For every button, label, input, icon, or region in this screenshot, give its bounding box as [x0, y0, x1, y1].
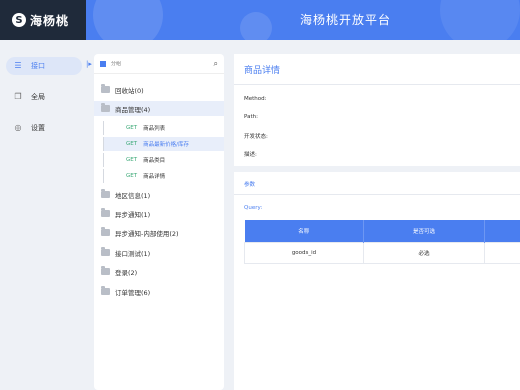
column-header: 名称 [244, 220, 364, 242]
table-row: goods_id 必选 [244, 241, 520, 264]
brand-name: 海杨桃 [30, 13, 70, 28]
decor-bubble [93, 0, 163, 40]
folder-icon [101, 247, 110, 256]
folder-icon [101, 208, 110, 217]
decor-bubble [240, 12, 272, 40]
column-header [484, 220, 520, 242]
tree-folder-async[interactable]: 异步通知(1) [94, 206, 224, 221]
tree-api-goods-category[interactable]: GET 商品类目 [103, 153, 224, 167]
nav-item-api[interactable]: ☰ 接口 [6, 57, 82, 75]
sliders-icon: ☰ [14, 61, 22, 70]
category-search: ⌕ [94, 54, 224, 74]
column-header: 是否可选 [363, 220, 485, 242]
method-badge: GET [126, 157, 138, 163]
tree-api-goods-list[interactable]: GET 商品列表 [103, 121, 224, 135]
folder-icon [101, 286, 110, 295]
folder-icon [101, 227, 110, 236]
params-card: 参数 Query: 名称 是否可选 goods_id 必选 [234, 172, 520, 390]
tree-folder-label: 登录(2) [115, 268, 138, 277]
brand-logo-icon: S [12, 13, 26, 27]
top-header: S 海杨桃 海杨桃开放平台 [0, 0, 520, 40]
tree-folder-label: 订单管理(6) [115, 288, 151, 297]
method-badge: GET [126, 125, 138, 131]
tree-api-label: 商品类目 [143, 158, 166, 164]
folder-icon [101, 189, 110, 198]
platform-title: 海杨桃开放平台 [300, 13, 392, 27]
search-icon[interactable]: ⌕ [214, 59, 218, 69]
params-table: 名称 是否可选 goods_id 必选 [244, 220, 520, 264]
brand-logo[interactable]: S 海杨桃 [0, 0, 86, 40]
table-cell: goods_id [244, 241, 364, 264]
tree-folder-orders[interactable]: 订单管理(6) [94, 284, 224, 299]
nav-item-label: 全局 [31, 93, 45, 101]
left-nav: ☰ 接口 ❐ 全局 ◎ 设置 [0, 40, 86, 390]
method-badge: GET [126, 173, 138, 179]
tree-folder-label: 异步通知(1) [115, 210, 151, 219]
field-method: Method: [244, 96, 267, 102]
tree-api-label: 商品详情 [143, 174, 166, 180]
tree-folder-label: 回收站(0) [115, 86, 144, 95]
gear-icon: ◎ [14, 123, 22, 132]
tree-api-goods-detail[interactable]: GET 商品详情 [103, 169, 224, 183]
divider [234, 194, 520, 195]
tree-folder-label: 商品管理(4) [115, 105, 151, 114]
tree-folder-recycle[interactable]: 回收站(0) [94, 82, 224, 97]
api-info-card: 商品详情 Method: Path: 开发状态: 描述: [234, 54, 520, 166]
divider [234, 84, 520, 85]
tree-api-goods-price[interactable]: GET 商品最新价格/库存 [103, 137, 224, 151]
table-header-row: 名称 是否可选 [244, 220, 520, 242]
tree-folder-login[interactable]: 登录(2) [94, 264, 224, 279]
tree-folder-label: 接口测试(1) [115, 249, 151, 258]
tree-folder-label: 异步通知-内部使用(2) [115, 229, 179, 238]
group-icon [100, 60, 106, 67]
nav-item-global[interactable]: ❐ 全局 [6, 88, 82, 106]
params-title: 参数 [244, 182, 256, 188]
collapse-toggle-icon[interactable]: |▸ [86, 57, 94, 71]
tree-folder-async-internal[interactable]: 异步通知-内部使用(2) [94, 225, 224, 240]
api-detail-title: 商品详情 [244, 66, 281, 76]
nav-item-label: 设置 [31, 124, 45, 132]
tree-folder-region[interactable]: 地区信息(1) [94, 187, 224, 202]
field-path: Path: [244, 114, 258, 120]
table-cell [484, 241, 520, 264]
folder-icon [101, 84, 110, 93]
tree-folder-goods[interactable]: 商品管理(4) [94, 101, 224, 116]
query-label: Query: [244, 205, 263, 211]
tree-api-label: 商品最新价格/库存 [143, 142, 189, 148]
method-badge: GET [126, 141, 138, 147]
decor-bubble [440, 0, 520, 40]
folder-open-icon [101, 103, 110, 112]
api-detail: 商品详情 Method: Path: 开发状态: 描述: 参数 Query: 名… [234, 54, 520, 390]
category-search-input[interactable] [111, 60, 214, 67]
nav-item-label: 接口 [31, 62, 45, 70]
tree-folder-label: 地区信息(1) [115, 191, 151, 200]
tree-api-label: 商品列表 [143, 126, 166, 132]
field-dev-status: 开发状态: [244, 134, 268, 140]
folder-icon [101, 266, 110, 275]
nav-item-settings[interactable]: ◎ 设置 [6, 119, 82, 137]
field-description: 描述: [244, 152, 257, 158]
copy-icon: ❐ [14, 92, 22, 101]
table-cell: 必选 [363, 241, 485, 264]
category-panel: ⌕ 回收站(0) 商品管理(4) GET 商品列表 GET 商品最新价格/库存 … [94, 54, 224, 390]
tree-folder-api-test[interactable]: 接口测试(1) [94, 245, 224, 260]
